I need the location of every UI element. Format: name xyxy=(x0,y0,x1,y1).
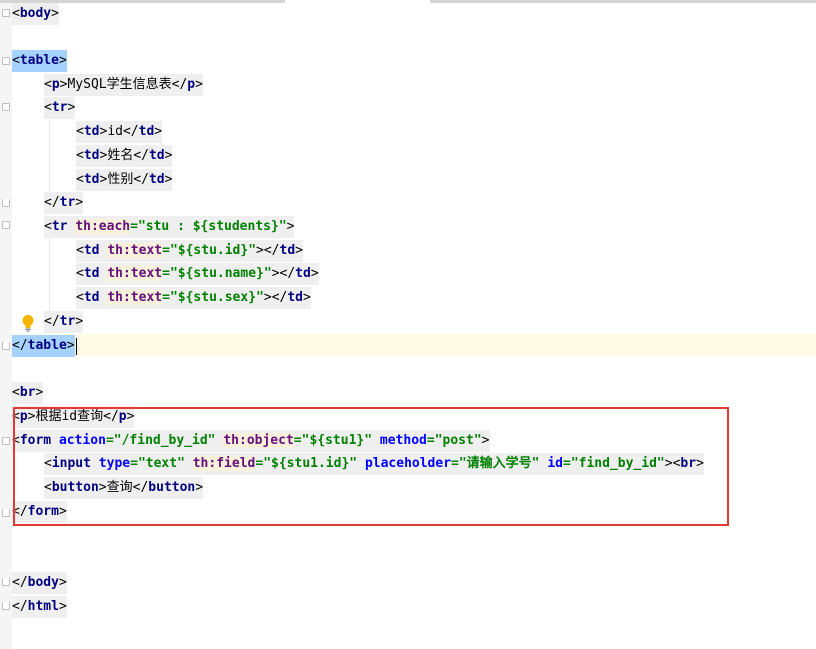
indent-guide xyxy=(49,120,50,200)
tag-close-selected: </table> xyxy=(12,335,75,357)
highlight-annotation-box xyxy=(13,407,729,526)
fold-marker-icon[interactable] xyxy=(2,342,10,350)
tag-close: </tr> xyxy=(44,192,84,214)
code-line[interactable]: </html> xyxy=(12,596,67,618)
tag-with-attributes: <td th:text="${stu.name}"></td> xyxy=(76,263,319,285)
table-cell-element: <td>性别</td> xyxy=(76,169,173,191)
code-line[interactable]: <td>姓名</td> xyxy=(76,145,173,167)
fold-marker-icon[interactable] xyxy=(2,602,10,610)
tag-with-attributes: <td th:text="${stu.sex}"></td> xyxy=(76,287,311,309)
text-cursor xyxy=(75,337,77,355)
code-line[interactable]: </tr> xyxy=(44,311,84,333)
code-line[interactable]: <tr th:each="stu : ${students}"> xyxy=(44,216,295,238)
code-line[interactable]: </table> xyxy=(12,335,77,357)
fold-marker-icon[interactable] xyxy=(2,9,10,17)
tag-with-attributes: <td th:text="${stu.id}"></td> xyxy=(76,240,303,262)
code-line[interactable]: <table> xyxy=(12,50,67,72)
tag-open: <body> xyxy=(12,3,59,25)
tag-close: </html> xyxy=(12,596,67,618)
code-line[interactable]: <td>性别</td> xyxy=(76,169,173,191)
tag-close: </body> xyxy=(12,572,67,594)
tag-with-attributes: <tr th:each="stu : ${students}"> xyxy=(44,216,295,238)
code-line[interactable]: <td th:text="${stu.name}"></td> xyxy=(76,263,319,285)
code-line[interactable]: <body> xyxy=(12,3,59,25)
code-line[interactable]: <td th:text="${stu.sex}"></td> xyxy=(76,287,311,309)
tag-open: <br> xyxy=(12,382,44,404)
code-line[interactable]: <td th:text="${stu.id}"></td> xyxy=(76,240,303,262)
code-line[interactable]: <tr> xyxy=(44,97,76,119)
lightbulb-icon[interactable] xyxy=(21,314,35,332)
editor-gutter xyxy=(0,3,12,649)
fold-marker-icon[interactable] xyxy=(2,509,10,517)
indent-guide xyxy=(49,238,50,322)
fold-marker-icon[interactable] xyxy=(2,57,10,65)
code-line[interactable]: <p>MySQL学生信息表</p> xyxy=(44,74,203,96)
fold-marker-icon[interactable] xyxy=(2,578,10,586)
code-line[interactable]: <td>id</td> xyxy=(76,121,163,143)
table-cell-element: <td>姓名</td> xyxy=(76,145,173,167)
code-line[interactable]: </tr> xyxy=(44,192,84,214)
tag-open: <tr> xyxy=(44,97,76,119)
fold-marker-icon[interactable] xyxy=(2,437,10,445)
caret-row-highlight xyxy=(12,334,816,356)
fold-marker-icon[interactable] xyxy=(2,221,10,229)
tag-open-selected: <table> xyxy=(12,50,67,72)
code-line[interactable]: </body> xyxy=(12,572,67,594)
tag-close: </tr> xyxy=(44,311,84,333)
active-tab-indicator[interactable] xyxy=(285,0,430,3)
fold-marker-icon[interactable] xyxy=(2,103,10,111)
code-line[interactable]: <br> xyxy=(12,382,44,404)
table-cell-element: <td>id</td> xyxy=(76,121,163,143)
editor-tab-strip xyxy=(0,0,816,3)
fold-marker-icon[interactable] xyxy=(2,199,10,207)
paragraph-element: <p>MySQL学生信息表</p> xyxy=(44,74,203,96)
